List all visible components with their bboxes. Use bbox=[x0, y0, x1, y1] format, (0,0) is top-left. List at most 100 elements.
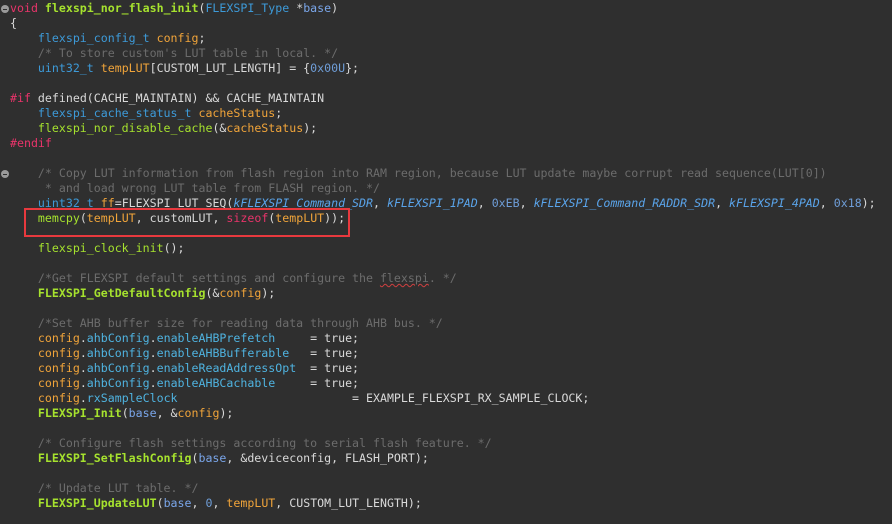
code-token: . */ bbox=[428, 271, 457, 285]
code-token: 0x18 bbox=[833, 196, 862, 210]
code-token: ) bbox=[331, 1, 339, 15]
code-token: ); bbox=[261, 286, 276, 300]
code-line[interactable]: /* Configure flash settings according to… bbox=[10, 436, 892, 451]
code-token: enableAHBCachable bbox=[156, 376, 276, 390]
code-line[interactable] bbox=[10, 256, 892, 271]
code-token: , bbox=[519, 196, 534, 210]
code-line[interactable]: /* Copy LUT information from flash regio… bbox=[10, 166, 892, 181]
code-token: kFLEXSPI_Command_RADDR_SDR bbox=[533, 196, 716, 210]
code-line[interactable]: config.ahbConfig.enableAHBPrefetch = tru… bbox=[10, 331, 892, 346]
code-token: ); bbox=[303, 121, 318, 135]
code-token: base bbox=[303, 1, 332, 15]
code-token: defined(CACHE_MAINTAIN) && CACHE_MAINTAI… bbox=[30, 91, 325, 105]
code-token: base bbox=[198, 451, 227, 465]
code-token: FLEXSPI_Type bbox=[205, 1, 290, 15]
code-line[interactable]: /* To store custom's LUT table in local.… bbox=[10, 46, 892, 61]
code-line[interactable]: #if defined(CACHE_MAINTAIN) && CACHE_MAI… bbox=[10, 91, 892, 106]
code-token: = true; bbox=[275, 376, 360, 390]
code-token: flexspi_clock_init bbox=[37, 241, 164, 255]
code-line[interactable]: config.rxSampleClock = EXAMPLE_FLEXSPI_R… bbox=[10, 391, 892, 406]
code-line[interactable]: #endif bbox=[10, 136, 892, 151]
code-token: /* To store custom's LUT table in local.… bbox=[37, 46, 339, 60]
code-line[interactable]: flexspi_clock_init(); bbox=[10, 241, 892, 256]
code-token: ahbConfig bbox=[86, 376, 150, 390]
code-token: . bbox=[79, 391, 87, 405]
code-line[interactable]: flexspi_nor_disable_cache(&cacheStatus); bbox=[10, 121, 892, 136]
code-token: = EXAMPLE_FLEXSPI_RX_SAMPLE_CLOCK; bbox=[177, 391, 590, 405]
code-line[interactable]: FLEXSPI_Init(base, &config); bbox=[10, 406, 892, 421]
code-token: . bbox=[79, 331, 87, 345]
code-line[interactable]: uint32_t tempLUT[CUSTOM_LUT_LENGTH] = {0… bbox=[10, 61, 892, 76]
code-line[interactable]: { bbox=[10, 16, 892, 31]
code-token: flexspi_nor_flash_init bbox=[44, 1, 199, 15]
code-token: , bbox=[715, 196, 730, 210]
code-line[interactable]: config.ahbConfig.enableAHBBufferable = t… bbox=[10, 346, 892, 361]
code-token: base bbox=[128, 406, 157, 420]
code-token: enableReadAddressOpt bbox=[156, 361, 297, 375]
code-token: FLEXSPI_UpdateLUT bbox=[37, 496, 157, 510]
code-token: flexspi_cache_status_t bbox=[37, 106, 192, 120]
code-token: = true; bbox=[289, 346, 360, 360]
code-line[interactable]: config.ahbConfig.enableAHBCachable = tru… bbox=[10, 376, 892, 391]
code-token: /* Copy LUT information from flash regio… bbox=[37, 166, 827, 180]
code-line[interactable]: /*Get FLEXSPI default settings and confi… bbox=[10, 271, 892, 286]
code-token: /* Configure flash settings according to… bbox=[37, 436, 492, 450]
code-token: . bbox=[149, 376, 157, 390]
code-line[interactable]: flexspi_config_t config; bbox=[10, 31, 892, 46]
code-line[interactable]: FLEXSPI_UpdateLUT(base, 0, tempLUT, CUST… bbox=[10, 496, 892, 511]
code-token: /*Get FLEXSPI default settings and confi… bbox=[37, 271, 380, 285]
code-editor[interactable]: void flexspi_nor_flash_init (FLEXSPI_Type… bbox=[10, 1, 892, 511]
code-token: /* Update LUT table. */ bbox=[37, 481, 199, 495]
code-line[interactable]: * and load wrong LUT table from FLASH re… bbox=[10, 181, 892, 196]
code-token: (); bbox=[163, 241, 185, 255]
code-token: /*Set AHB buffer size for reading data t… bbox=[37, 316, 443, 330]
code-line[interactable]: FLEXSPI_SetFlashConfig(base, &deviceconf… bbox=[10, 451, 892, 466]
code-line[interactable]: FLEXSPI_GetDefaultConfig(&config); bbox=[10, 286, 892, 301]
code-line[interactable]: void flexspi_nor_flash_init(FLEXSPI_Type… bbox=[10, 1, 892, 16]
code-token: tempLUT bbox=[100, 61, 150, 75]
code-line[interactable] bbox=[10, 301, 892, 316]
code-token: config bbox=[37, 391, 80, 405]
code-line[interactable] bbox=[10, 466, 892, 481]
code-token: ; bbox=[198, 31, 206, 45]
code-token: , bbox=[477, 196, 492, 210]
code-token: config bbox=[37, 331, 80, 345]
code-token: , &deviceconfig, FLASH_PORT); bbox=[226, 451, 429, 465]
code-line[interactable] bbox=[10, 151, 892, 166]
code-token: uint32_t bbox=[37, 61, 94, 75]
fold-collapse-icon[interactable] bbox=[1, 5, 9, 13]
code-token: ); bbox=[861, 196, 876, 210]
code-token: , bbox=[191, 496, 206, 510]
code-token: , & bbox=[156, 406, 178, 420]
code-token: config bbox=[37, 361, 80, 375]
code-token: . bbox=[79, 376, 87, 390]
code-token: flexspi_nor_disable_cache bbox=[37, 121, 213, 135]
code-token: = true; bbox=[275, 331, 360, 345]
code-line[interactable]: /* Update LUT table. */ bbox=[10, 481, 892, 496]
code-token: ( bbox=[156, 496, 164, 510]
code-token: * and load wrong LUT table from FLASH re… bbox=[37, 181, 380, 195]
code-line[interactable]: /*Set AHB buffer size for reading data t… bbox=[10, 316, 892, 331]
code-token: , bbox=[212, 496, 227, 510]
code-token: rxSampleClock bbox=[86, 391, 178, 405]
code-line[interactable] bbox=[10, 421, 892, 436]
code-line[interactable] bbox=[10, 76, 892, 91]
code-line[interactable]: flexspi_cache_status_t cacheStatus; bbox=[10, 106, 892, 121]
code-line[interactable]: config.ahbConfig.enableReadAddressOpt = … bbox=[10, 361, 892, 376]
code-token: . bbox=[149, 331, 157, 345]
code-token: = true; bbox=[296, 361, 360, 375]
fold-collapse-icon[interactable] bbox=[1, 170, 9, 178]
